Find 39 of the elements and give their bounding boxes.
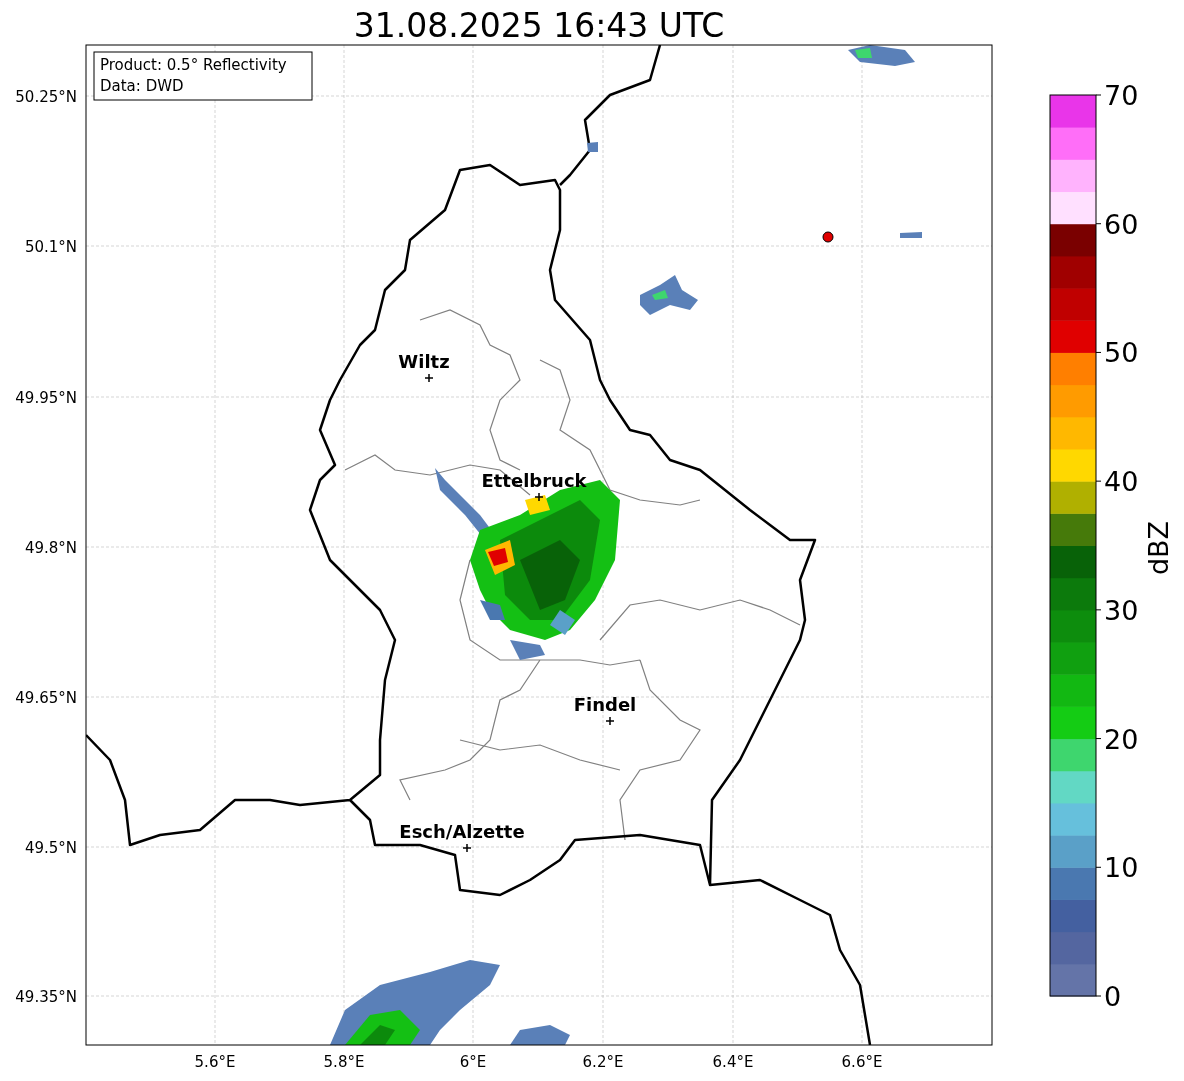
axis-tick-label: 5.8°E [323, 1053, 365, 1071]
colorbar-tick-label: 60 [1104, 208, 1139, 240]
axis-tick-label: 49.8°N [24, 539, 77, 557]
axis-tick-label: 50.1°N [24, 238, 77, 256]
axis-tick-label: 6.6°E [841, 1053, 883, 1071]
city-label: Findel [573, 694, 637, 715]
axis-tick-label: 5.6°E [194, 1053, 236, 1071]
colorbar-tick-label: 20 [1104, 723, 1139, 755]
city-marker-icon [424, 373, 434, 383]
city-label: Esch/Alzette [399, 821, 525, 842]
axis-tick-label: 6.2°E [582, 1053, 624, 1071]
city-label: Ettelbruck [481, 470, 587, 491]
axis-tick-label: 49.95°N [15, 389, 77, 407]
colorbar-tick-label: 0 [1104, 981, 1122, 1012]
radar-echo [510, 1025, 570, 1045]
city-marker-icon [534, 492, 544, 502]
colorbar-label: dBZ [1143, 520, 1174, 576]
radar-echo [848, 45, 915, 66]
info-text: Data: DWD [100, 77, 184, 95]
radar-echo [900, 232, 922, 238]
axis-tick-label: 50.25°N [15, 88, 77, 106]
axis-tick-label: 6°E [459, 1053, 487, 1071]
city-marker-icon [605, 716, 615, 726]
chart-title: 31.08.2025 16:43 UTC [353, 6, 725, 45]
axis-tick-label: 49.5°N [24, 839, 77, 857]
colorbar-tick-label: 40 [1104, 466, 1139, 498]
city-label: Wiltz [398, 351, 450, 372]
colorbar-tick-label: 50 [1104, 337, 1139, 369]
axis-tick-label: 6.4°E [712, 1053, 754, 1071]
axis-tick-label: 49.65°N [15, 689, 77, 707]
colorbar-tick-label: 10 [1104, 852, 1139, 884]
info-text: Product: 0.5° Reflectivity [100, 56, 287, 74]
radar-echo [640, 275, 698, 315]
location-marker-icon [822, 231, 834, 243]
city-marker-icon [462, 843, 472, 853]
radar-echo [587, 142, 598, 152]
colorbar-tick-label: 30 [1104, 594, 1139, 626]
axis-tick-label: 49.35°N [15, 988, 77, 1006]
colorbar-tick-label: 70 [1104, 80, 1139, 111]
